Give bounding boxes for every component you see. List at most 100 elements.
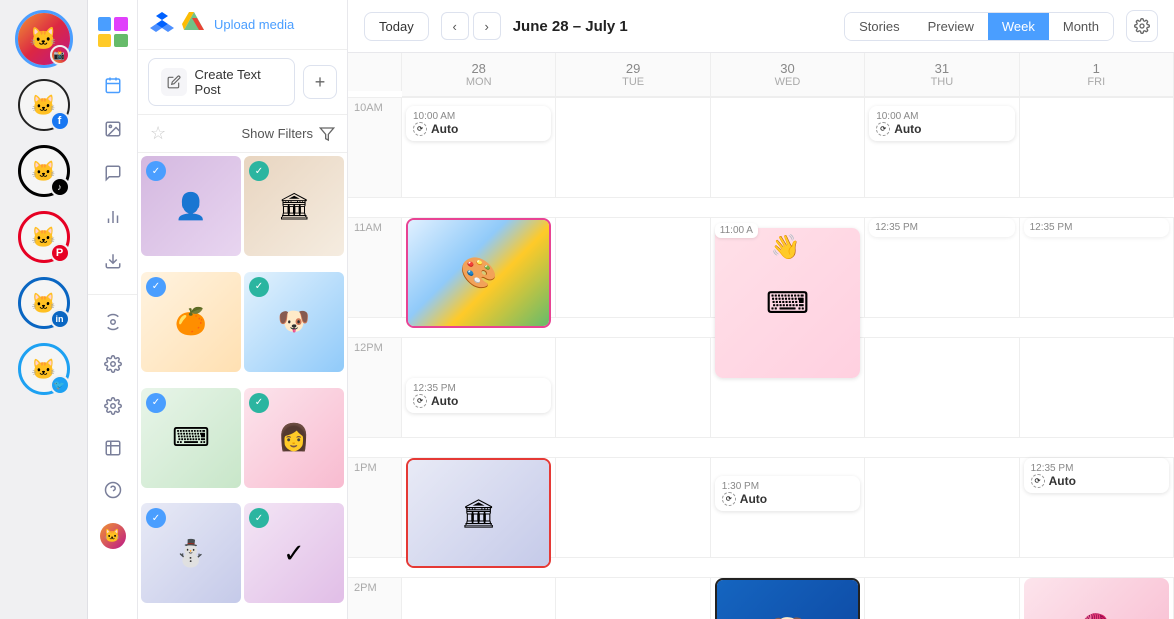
day-cell-mon-11[interactable]: 🎨 — [402, 218, 556, 318]
day-cell-thu-12[interactable] — [865, 338, 1019, 438]
nav-messages-icon[interactable] — [94, 154, 132, 192]
today-button[interactable]: Today — [364, 12, 429, 41]
calendar-settings-button[interactable] — [1126, 10, 1158, 42]
media-thumb-5[interactable]: ⌨ ✓ — [141, 388, 241, 488]
media-thumb-7[interactable]: ⛄ ✓ — [141, 503, 241, 603]
tab-week[interactable]: Week — [988, 13, 1049, 40]
auto-icon: ⟳ — [876, 122, 890, 136]
nav-customize-icon[interactable] — [94, 303, 132, 341]
media-thumb-4[interactable]: 🐶 ✓ — [244, 272, 344, 372]
avatar-pinterest[interactable]: 🐱 P — [15, 208, 73, 266]
event-image-wed-balloon[interactable]: 🐶 — [715, 578, 860, 619]
auto-icon: ⟳ — [722, 492, 736, 506]
event-card-mon-1235[interactable]: 12:35 PM ⟳ Auto — [406, 378, 551, 413]
add-media-button[interactable]: + — [303, 65, 337, 99]
tab-stories[interactable]: Stories — [845, 13, 913, 40]
day-cell-tue-2[interactable] — [556, 578, 710, 619]
nav-download-icon[interactable] — [94, 242, 132, 280]
avatar-twitter[interactable]: 🐱 🐦 — [15, 340, 73, 398]
event-card-wed-130[interactable]: 1:30 PM ⟳ Auto — [715, 476, 860, 511]
day-cell-thu-10[interactable]: 10:00 AM ⟳ Auto — [865, 98, 1019, 198]
selected-badge: ✓ — [146, 393, 166, 413]
media-grid: 👤 ✓ 🏛 ✓ 🍊 ✓ 🐶 ✓ ⌨ ✓ — [138, 153, 347, 619]
next-arrow[interactable]: › — [473, 12, 501, 40]
day-cell-wed-1[interactable]: 1:30 PM ⟳ Auto — [711, 458, 865, 558]
day-cell-fri-11[interactable]: 12:35 PM — [1020, 218, 1174, 318]
event-card-fri-12pm[interactable]: 12:35 PM — [1024, 218, 1169, 237]
day-cell-wed-2[interactable]: 🐶 — [711, 578, 865, 619]
day-cell-mon-10[interactable]: 10:00 AM ⟳ Auto — [402, 98, 556, 198]
view-tabs: Stories Preview Week Month — [844, 12, 1114, 41]
time-row-10am: 10AM 10:00 AM ⟳ Auto 10:00 — [348, 98, 1174, 218]
create-text-post-button[interactable]: Create Text Post — [148, 58, 295, 106]
nav-help-icon[interactable] — [94, 471, 132, 509]
event-image-mon-figures[interactable]: 🎨 — [406, 218, 551, 328]
nav-settings2-icon[interactable] — [94, 345, 132, 383]
selected-badge: ✓ — [249, 393, 269, 413]
day-cell-thu-1[interactable] — [865, 458, 1019, 558]
tab-preview[interactable]: Preview — [914, 13, 988, 40]
day-cell-tue-1[interactable] — [556, 458, 710, 558]
day-header-4: 1 FRI — [1020, 53, 1174, 97]
tab-month[interactable]: Month — [1049, 13, 1113, 40]
time-row-12pm: 12PM 12:35 PM ⟳ Auto — [348, 338, 1174, 458]
media-thumb-8[interactable]: ✓ ✓ — [244, 503, 344, 603]
day-header-3: 31 THU — [865, 53, 1019, 97]
facebook-badge: f — [50, 111, 70, 131]
media-thumb-2[interactable]: 🏛 ✓ — [244, 156, 344, 256]
day-cell-mon-1[interactable]: 🏛 — [402, 458, 556, 558]
day-cell-thu-2[interactable] — [865, 578, 1019, 619]
day-header-1: 29 TUE — [556, 53, 710, 97]
icon-sidebar: 🐱 — [88, 0, 138, 619]
event-image-fri-knitting[interactable]: 🧶 — [1024, 578, 1169, 619]
day-cell-fri-12[interactable] — [1020, 338, 1174, 438]
avatar-facebook[interactable]: 🐱 f — [15, 76, 73, 134]
day-header-0: 28 MON — [402, 53, 556, 97]
nav-avatar-icon[interactable]: 🐱 — [94, 517, 132, 555]
show-filters-button[interactable]: Show Filters — [241, 126, 335, 142]
twitter-badge: 🐦 — [50, 375, 70, 395]
time-label-1pm: 1PM — [348, 458, 402, 558]
event-card-thu-10am[interactable]: 10:00 AM ⟳ Auto — [869, 106, 1014, 141]
upload-media-button[interactable]: Upload media — [214, 17, 294, 32]
day-cell-mon-2[interactable] — [402, 578, 556, 619]
nav-calendar-icon[interactable] — [94, 66, 132, 104]
event-card-mon-10am[interactable]: 10:00 AM ⟳ Auto — [406, 106, 551, 141]
prev-arrow[interactable]: ‹ — [441, 12, 469, 40]
avatar-tiktok[interactable]: 🐱 ♪ — [15, 142, 73, 200]
media-thumb-1[interactable]: 👤 ✓ — [141, 156, 241, 256]
day-cell-wed-10[interactable] — [711, 98, 865, 198]
day-cell-wed-11[interactable]: ⌨ 👋 11:00 A — [711, 218, 865, 318]
calendar-header: Today ‹ › June 28 – July 1 Stories Previ… — [348, 0, 1174, 53]
day-cell-mon-12[interactable]: 12:35 PM ⟳ Auto — [402, 338, 556, 438]
day-cell-tue-11[interactable] — [556, 218, 710, 318]
time-label-11am: 11AM — [348, 218, 402, 318]
nav-lab-icon[interactable] — [94, 429, 132, 467]
dropbox-icon[interactable] — [150, 10, 174, 39]
googledrive-icon[interactable] — [182, 10, 206, 39]
event-card-thu-12pm[interactable]: 12:35 PM — [869, 218, 1014, 237]
media-thumb-6[interactable]: 👩 ✓ — [244, 388, 344, 488]
time-label-2pm: 2PM — [348, 578, 402, 619]
media-thumb-3[interactable]: 🍊 ✓ — [141, 272, 241, 372]
event-image-mon-gallery[interactable]: 🏛 — [406, 458, 551, 568]
event-time-wed: 11:00 A — [715, 223, 758, 238]
day-cell-thu-11[interactable]: 12:35 PM — [865, 218, 1019, 318]
day-cell-fri-2[interactable]: 🧶 — [1020, 578, 1174, 619]
star-filter-icon[interactable]: ☆ — [150, 123, 166, 144]
nav-settings-icon[interactable] — [94, 387, 132, 425]
app-logo[interactable] — [95, 14, 131, 50]
day-cell-wed-12[interactable] — [711, 338, 865, 438]
nav-analytics-icon[interactable] — [94, 198, 132, 236]
drag-cursor-icon: 👋 — [771, 233, 801, 262]
event-card-fri-1235[interactable]: 12:35 PM ⟳ Auto — [1024, 458, 1169, 493]
nav-media-icon[interactable] — [94, 110, 132, 148]
day-cell-tue-10[interactable] — [556, 98, 710, 198]
auto-icon: ⟳ — [1031, 474, 1045, 488]
day-cell-fri-10[interactable] — [1020, 98, 1174, 198]
day-cell-tue-12[interactable] — [556, 338, 710, 438]
avatar-linkedin[interactable]: 🐱 in — [15, 274, 73, 332]
linkedin-badge: in — [50, 309, 70, 329]
day-cell-fri-1[interactable]: 12:35 PM ⟳ Auto — [1020, 458, 1174, 558]
avatar-instagram[interactable]: 🐱 📸 — [15, 10, 73, 68]
